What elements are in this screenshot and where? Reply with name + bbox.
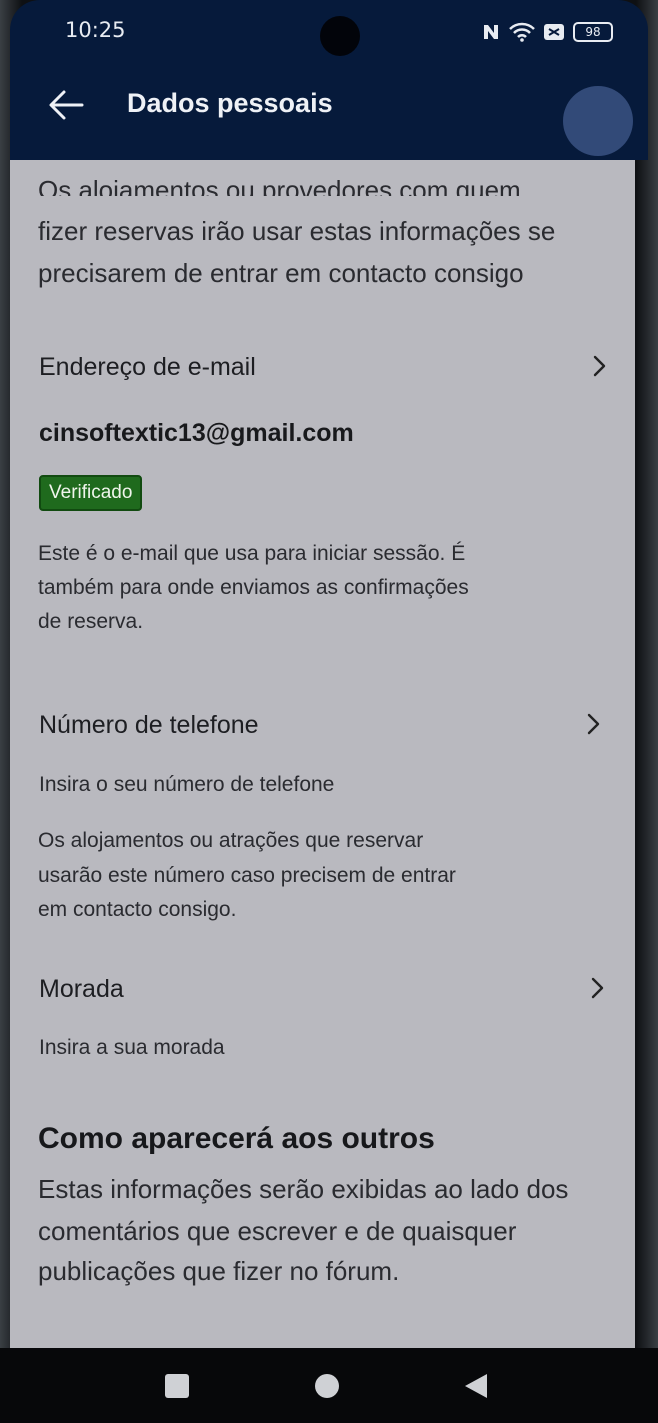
section-description-line3: publicações que fizer no fórum. (38, 1256, 400, 1286)
recents-button[interactable] (157, 1366, 197, 1406)
triangle-back-icon (465, 1374, 487, 1398)
app-header: 10:25 98 Dados pessoais (10, 0, 648, 160)
intro-text-line1: fizer reservas irão usar estas informaçõ… (38, 216, 556, 246)
intro-text-partial: Os alojamentos ou provedores com quem (38, 175, 521, 196)
status-time: 10:25 (65, 18, 126, 42)
phone-frame: 10:25 98 Dados pessoais Os alojamentos o… (0, 0, 658, 1423)
phone-placeholder[interactable]: Insira o seu número de telefone (39, 773, 334, 797)
system-nav-bar (0, 1348, 658, 1423)
wifi-icon (509, 22, 535, 42)
email-label[interactable]: Endereço de e-mail (39, 353, 256, 382)
address-placeholder[interactable]: Insira a sua morada (39, 1036, 225, 1060)
square-recents-icon (165, 1374, 189, 1398)
home-button[interactable] (307, 1366, 347, 1406)
phone-description-line3: em contacto consigo. (38, 898, 237, 921)
chevron-right-icon[interactable] (585, 976, 609, 1000)
nav-back-button[interactable] (456, 1366, 496, 1406)
notification-icon (544, 24, 564, 40)
front-camera (320, 16, 360, 56)
battery-icon: 98 (573, 22, 613, 42)
arrow-left-icon (49, 90, 84, 120)
page-title: Dados pessoais (127, 88, 333, 118)
email-description-line3: de reserva. (38, 610, 144, 633)
chevron-right-icon[interactable] (587, 354, 611, 378)
nfc-icon (484, 25, 498, 39)
phone-description-line2: usarão este número caso precisem de entr… (38, 864, 456, 887)
personal-data-content: Os alojamentos ou provedores com quem fi… (10, 160, 635, 1348)
email-description-line1: Este é o e-mail que usa para iniciar ses… (38, 542, 466, 565)
chevron-right-icon[interactable] (581, 712, 605, 736)
address-label[interactable]: Morada (39, 975, 124, 1004)
intro-text-line2: precisarem de entrar em contacto consigo (38, 258, 524, 288)
section-heading: Como aparecerá aos outros (38, 1122, 435, 1155)
email-description-line2: também para onde enviamos as confirmaçõe… (38, 576, 469, 599)
back-button[interactable] (36, 73, 96, 137)
phone-description-line1: Os alojamentos ou atrações que reservar (38, 829, 424, 852)
avatar[interactable] (563, 86, 633, 156)
section-description-line2: comentários que escrever e de quaisquer (38, 1216, 517, 1246)
email-value: cinsoftextic13@gmail.com (39, 419, 354, 447)
phone-label[interactable]: Número de telefone (39, 711, 259, 740)
circle-home-icon (315, 1374, 339, 1398)
section-description-line1: Estas informações serão exibidas ao lado… (38, 1174, 569, 1204)
verified-badge: Verificado (39, 475, 143, 511)
status-icons: 98 (481, 22, 613, 42)
